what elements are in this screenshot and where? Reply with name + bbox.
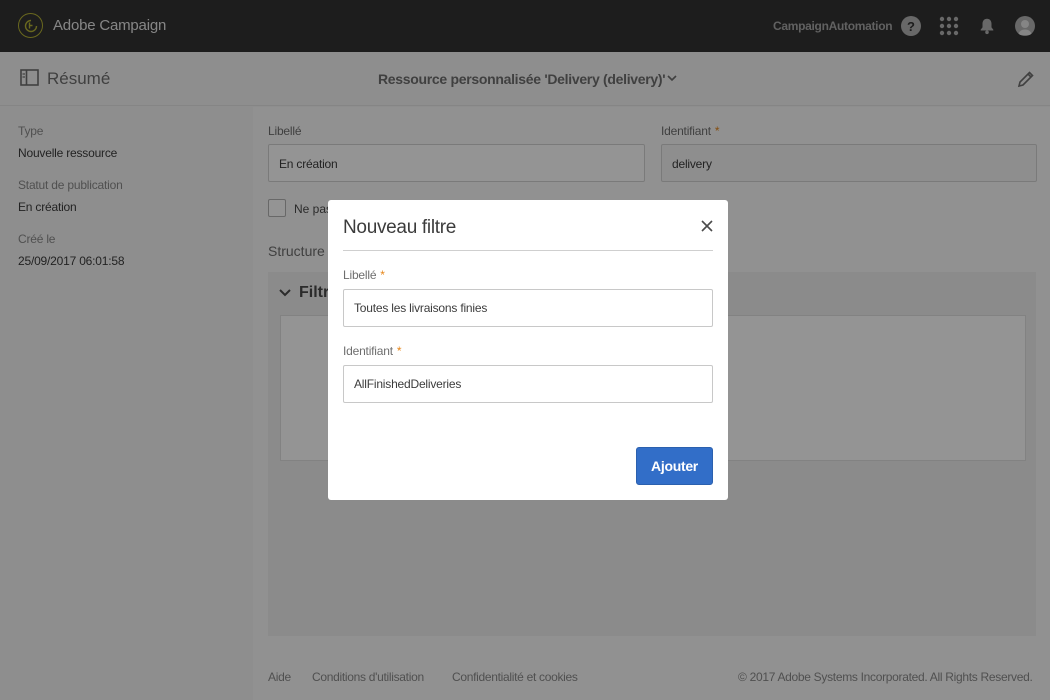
add-button[interactable]: Ajouter <box>636 447 713 485</box>
required-marker: * <box>380 268 385 282</box>
filter-label-input[interactable] <box>343 289 713 327</box>
filter-label-caption-text: Libellé <box>343 268 377 282</box>
filter-id-input[interactable] <box>343 365 713 403</box>
filter-id-caption: Identifiant * <box>343 344 402 358</box>
new-filter-dialog: Nouveau filtre Libellé* Identifiant* Ajo… <box>328 200 728 500</box>
required-marker: * <box>396 344 402 358</box>
filter-label-caption: Libellé * <box>343 268 385 282</box>
filter-id-caption-text: Identifiant <box>343 344 393 358</box>
dialog-divider <box>343 250 713 251</box>
dialog-title: Nouveau filtre <box>343 217 457 238</box>
close-icon[interactable] <box>700 219 714 233</box>
